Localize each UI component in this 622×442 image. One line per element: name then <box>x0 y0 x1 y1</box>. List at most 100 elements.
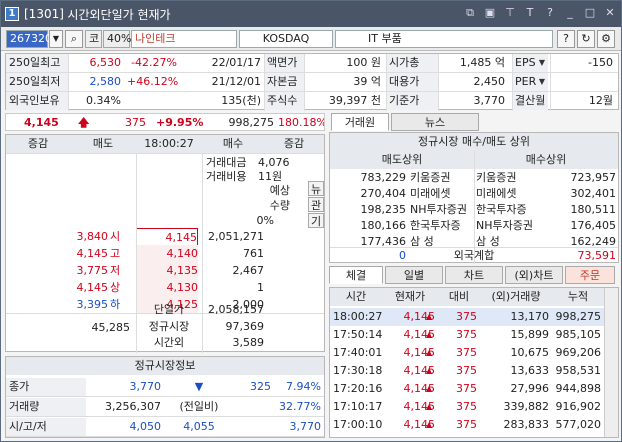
refresh-icon[interactable]: ↻ <box>577 30 595 48</box>
up-arrow-icon: ▲ <box>426 420 433 429</box>
info-cell: 135(천) <box>221 94 261 107</box>
info-cell: 21/12/01 <box>211 75 261 88</box>
divider <box>6 416 324 417</box>
trade-cell: 18:00:27 <box>330 308 382 326</box>
regular-cell: 시/고/저 <box>6 418 86 436</box>
change-rate: +9.95% <box>156 116 204 129</box>
orderbook-header: 매도 <box>70 135 136 153</box>
tab-0[interactable]: 체결 <box>329 266 383 284</box>
eps-dropdown-icon[interactable]: ▼ <box>536 56 548 70</box>
divider <box>6 396 324 397</box>
font-icon[interactable]: T <box>523 6 537 20</box>
trade-cell: 15,899 <box>510 328 550 341</box>
regular-info-title: 정규시장정보 <box>6 357 324 375</box>
ohlc-tag: 시 <box>110 230 121 243</box>
tab-2[interactable]: 차트 <box>445 266 503 284</box>
regular-cell: 4,055 <box>183 420 215 433</box>
link-icon[interactable]: ⧉ <box>463 6 477 20</box>
search-icon[interactable]: ⌕ <box>65 30 83 48</box>
info-table: 250일최고 6,530 -42.27% 22/01/17 액면가 100 원 시가총 1,4… <box>5 53 619 111</box>
ask-price[interactable]: 4,135 <box>136 262 198 280</box>
info-cell: 39,397 천 <box>328 94 381 107</box>
volume-rate: 180.18% <box>278 116 324 129</box>
tab-3[interactable]: (외)차트 <box>505 266 563 284</box>
divider <box>264 54 265 111</box>
trade-cell: 17:30:18 <box>333 364 382 377</box>
copy-icon[interactable]: ▣ <box>483 6 497 20</box>
side-button[interactable]: 관 <box>308 197 324 212</box>
trade-cell: 375 <box>456 400 477 413</box>
up-arrow-icon: ▲ <box>426 312 433 321</box>
ohlc-value: 3,775 <box>76 264 109 277</box>
info-cell: 1,485 억 <box>459 56 505 69</box>
trade-scrollbar[interactable] <box>604 288 618 437</box>
pin-icon[interactable]: ⊤ <box>503 6 517 20</box>
minimize-icon[interactable]: _ <box>563 6 577 20</box>
divider <box>6 436 324 437</box>
ask-price[interactable]: 4,140 <box>136 245 198 263</box>
foreign-sell: 0 <box>399 249 406 262</box>
regular-market-info: 정규시장정보 종가 3,770 ▼ 325 7.94% 거래량 3,256,307 (전일비) 3… <box>5 356 325 438</box>
regular-cell <box>234 418 274 436</box>
trade-cell: 17:40:01 <box>333 346 382 359</box>
trade-cell: 985,105 <box>555 328 602 341</box>
trade-cell: 17:10:17 <box>333 400 382 413</box>
regular-cell: 325 <box>250 380 271 393</box>
order-book: 증감 매도 18:00:27 매수 증감 거래대금 4,076 거래비용 11원 예상 수량 0% 뉴 관… <box>5 134 325 353</box>
regular-cell: 3,770 <box>129 380 162 393</box>
trade-cell: 998,275 <box>552 308 604 326</box>
up-arrow-icon: ▲ <box>426 384 433 393</box>
info-cell: 250일최저 <box>6 73 68 91</box>
maximize-icon[interactable]: □ <box>583 6 597 20</box>
tab-4[interactable]: 주문 <box>565 266 615 284</box>
trade-cell: 944,898 <box>555 382 602 395</box>
ask-volume: 761 <box>243 247 264 260</box>
trade-cell: 13,633 <box>510 364 550 377</box>
stock-code-input[interactable]: 267320 <box>6 30 52 48</box>
close-icon[interactable]: ✕ <box>603 6 617 20</box>
per-dropdown-icon[interactable]: ▼ <box>536 75 548 89</box>
info-cell: 기준가 <box>386 92 438 110</box>
info-cell <box>550 73 616 91</box>
ask-price[interactable]: 4,145 <box>136 228 198 246</box>
broker-title: 정규시장 매수/매도 상위 <box>330 133 618 151</box>
help-button[interactable]: ? <box>557 30 575 48</box>
trade-cell: 283,833 <box>503 418 550 431</box>
ohlc-value: 4,145 <box>76 281 109 294</box>
trade-header: 누적 <box>552 288 604 306</box>
divider <box>386 54 387 111</box>
single-price-volume: 2,058,157 <box>208 303 264 316</box>
info-cell: 22/01/17 <box>211 56 261 69</box>
info-cell: 주식수 <box>264 92 304 110</box>
broker-table: 정규시장 매수/매도 상위 매도상위 매수상위 783,229 키움증권 키움증권 723,… <box>329 132 619 264</box>
trade-cell: 17:00:10 <box>333 418 382 431</box>
trade-cell: 375 <box>438 308 480 326</box>
code-dropdown-icon[interactable]: ▼ <box>49 30 63 48</box>
regular-cell: 7.94% <box>286 380 321 393</box>
side-button[interactable]: 뉴 <box>308 181 324 196</box>
tab-broker[interactable]: 거래원 <box>331 113 389 131</box>
regular-cell <box>234 398 274 416</box>
gear-icon[interactable]: ⚙ <box>597 30 615 48</box>
trade-cell: 27,996 <box>510 382 550 395</box>
help-icon[interactable]: ? <box>543 6 557 20</box>
sell-top-header: 매도상위 <box>330 151 474 169</box>
divider <box>304 54 305 111</box>
ask-price[interactable]: 4,130 <box>136 279 198 297</box>
trade-header: (외)거래량 <box>480 288 552 306</box>
trade-cell: 13,170 <box>480 308 552 326</box>
toolbar: 267320 ▼ ⌕ 코 40% 나인테크 KOSDAQ IT 부품 ? ↻ ⚙ <box>1 27 621 51</box>
after-hours-label: 시간외 <box>153 336 185 349</box>
trade-cell: 339,882 <box>503 400 550 413</box>
tab-1[interactable]: 일별 <box>385 266 443 284</box>
ohlc-value: 3,840 <box>76 230 109 243</box>
tab-news[interactable]: 뉴스 <box>391 113 479 131</box>
trade-cell: 958,531 <box>555 364 602 377</box>
up-arrow-icon: ▲ <box>426 402 433 411</box>
market-badge: 코 <box>85 30 102 48</box>
ohlc-tag: 고 <box>110 247 121 260</box>
side-button[interactable]: 기 <box>308 213 324 228</box>
market-name: KOSDAQ <box>239 30 333 48</box>
regular-cell: 32.77% <box>279 400 321 413</box>
divider <box>512 54 513 111</box>
